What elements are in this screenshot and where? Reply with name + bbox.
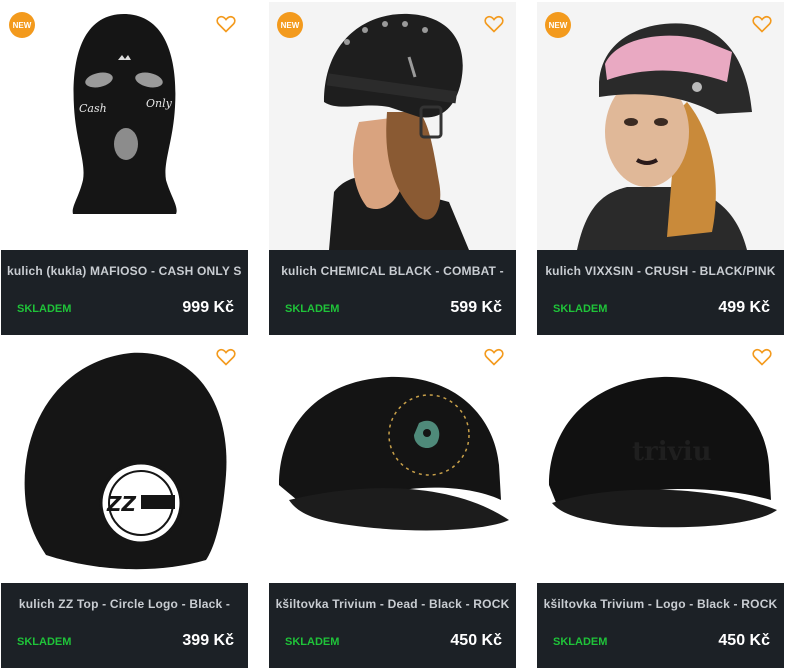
product-title[interactable]: kšiltovka Trivium - Dead - Black - ROCK — [275, 597, 510, 611]
svg-text:Cash: Cash — [79, 102, 107, 115]
product-card[interactable]: kšiltovka Trivium - Dead - Black - ROCK … — [269, 335, 516, 668]
stock-status: SKLADEM — [285, 303, 340, 315]
product-price: 499 Kč — [718, 299, 770, 316]
product-title[interactable]: kulich (kukla) MAFIOSO - CASH ONLY SKI — [7, 264, 242, 278]
svg-text:Only: Only — [146, 97, 173, 110]
svg-text:triviu: triviu — [632, 437, 712, 467]
product-image[interactable]: triviu — [537, 335, 784, 583]
product-card[interactable]: NEW kulich VIXXSIN - CRUSH - BLACK/PINK … — [537, 2, 784, 335]
heart-outline-icon[interactable] — [216, 348, 236, 366]
product-image[interactable] — [269, 335, 516, 583]
stock-status: SKLADEM — [553, 303, 608, 315]
product-title[interactable]: kšiltovka Trivium - Logo - Black - ROCK — [543, 597, 778, 611]
product-price: 450 Kč — [718, 632, 770, 649]
heart-outline-icon[interactable] — [484, 15, 504, 33]
product-image[interactable]: Cash Only — [1, 2, 248, 250]
heart-outline-icon[interactable] — [484, 348, 504, 366]
product-image[interactable] — [537, 2, 784, 250]
product-card[interactable]: Cash Only NEW kulich (kukla) MAFIOSO - C… — [1, 2, 248, 335]
product-image[interactable] — [269, 2, 516, 250]
product-grid: Cash Only NEW kulich (kukla) MAFIOSO - C… — [0, 0, 787, 668]
product-price: 450 Kč — [450, 632, 502, 649]
new-badge: NEW — [277, 12, 303, 38]
product-card[interactable]: triviu kšiltovka Trivium - Logo - Black … — [537, 335, 784, 668]
svg-text:ZZ: ZZ — [106, 492, 137, 516]
heart-outline-icon[interactable] — [216, 15, 236, 33]
stock-status: SKLADEM — [17, 303, 72, 315]
new-badge: NEW — [545, 12, 571, 38]
product-card[interactable]: ZZ kulich ZZ Top - Circle Logo - Black -… — [1, 335, 248, 668]
heart-outline-icon[interactable] — [752, 15, 772, 33]
product-price: 599 Kč — [450, 299, 502, 316]
heart-outline-icon[interactable] — [752, 348, 772, 366]
product-card[interactable]: NEW kulich CHEMICAL BLACK - COMBAT - SKL… — [269, 2, 516, 335]
stock-status: SKLADEM — [553, 636, 608, 648]
product-price: 999 Kč — [182, 299, 234, 316]
product-image[interactable]: ZZ — [1, 335, 248, 583]
product-title[interactable]: kulich CHEMICAL BLACK - COMBAT - — [275, 264, 510, 278]
product-title[interactable]: kulich ZZ Top - Circle Logo - Black - — [7, 597, 242, 611]
product-price: 399 Kč — [182, 632, 234, 649]
new-badge: NEW — [9, 12, 35, 38]
product-title[interactable]: kulich VIXXSIN - CRUSH - BLACK/PINK — [543, 264, 778, 278]
stock-status: SKLADEM — [285, 636, 340, 648]
stock-status: SKLADEM — [17, 636, 72, 648]
